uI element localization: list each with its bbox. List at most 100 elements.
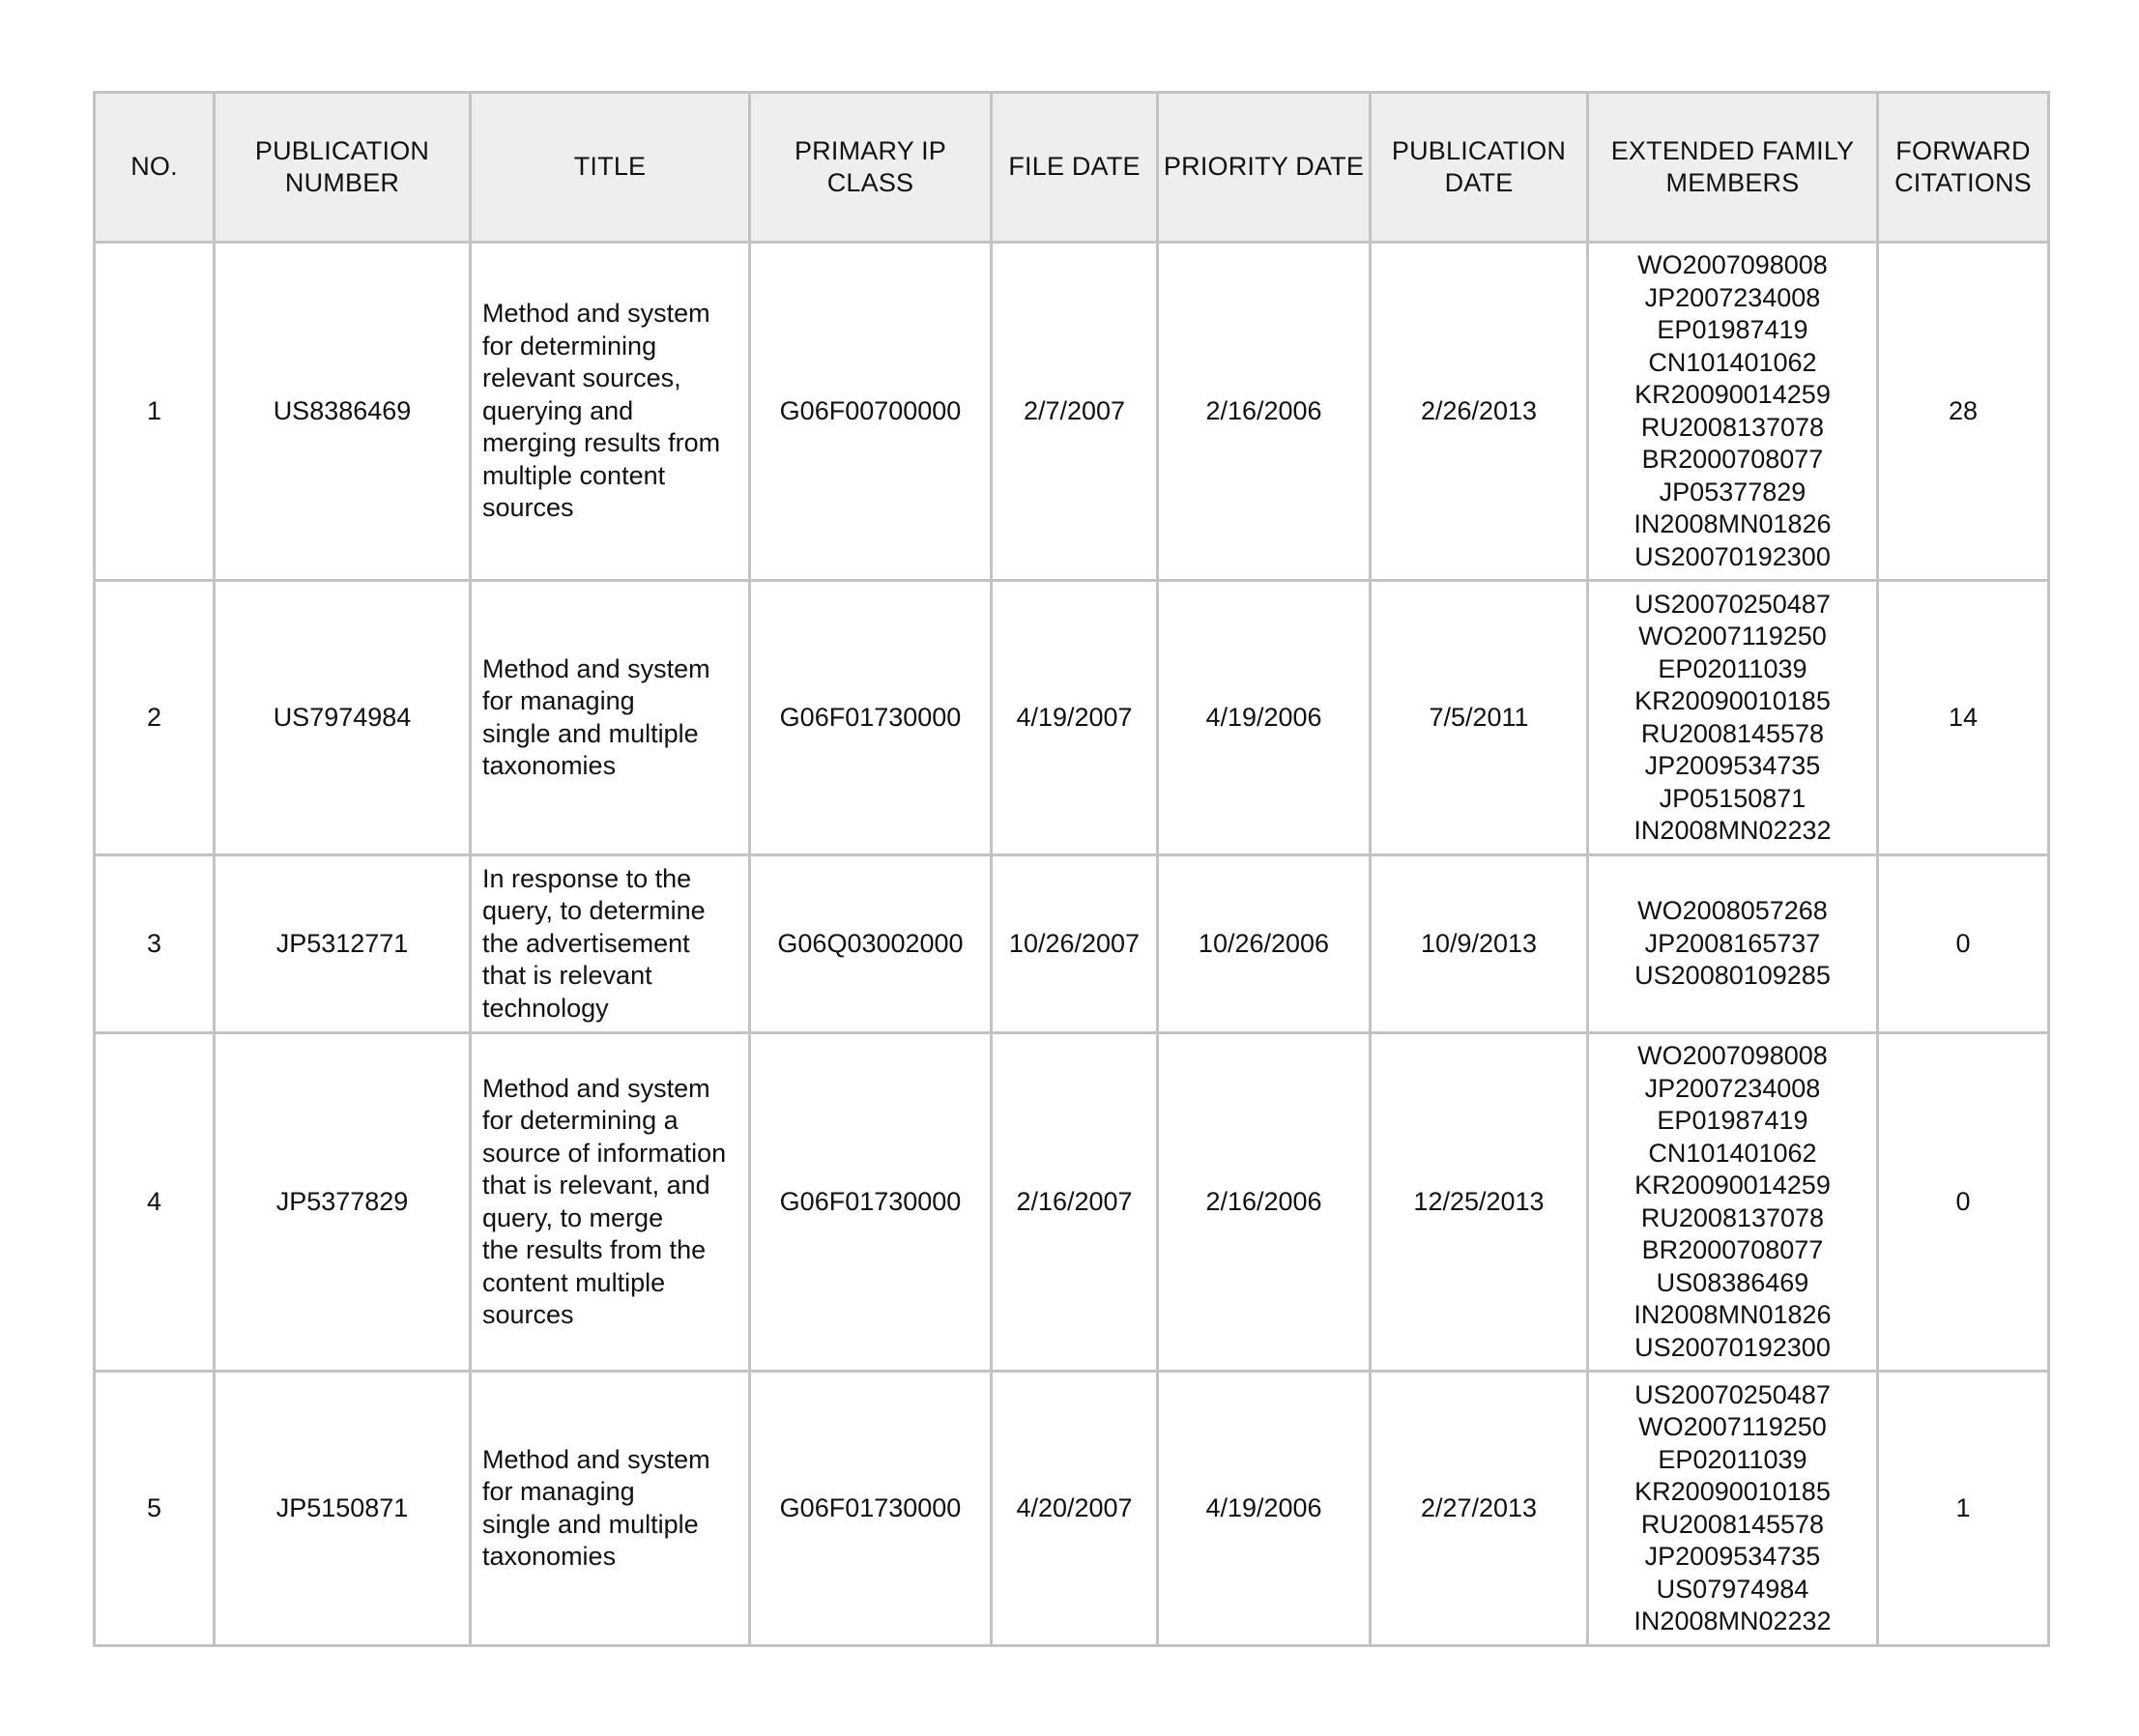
patent-title: Method and system for managing single and … [469, 1370, 751, 1647]
family-member: JP2009534735 [1644, 1542, 1821, 1571]
primary-ip-class: G06Q03002000 [748, 854, 993, 1034]
file-date: 4/20/2007 [990, 1370, 1159, 1647]
family-member: JP2007234008 [1644, 1073, 1821, 1103]
primary-ip-class: G06F01730000 [748, 1031, 993, 1373]
header-extended-family-members: EXTENDED FAMILY MEMBERS [1586, 91, 1879, 244]
family-member: WO2008057268 [1637, 896, 1828, 926]
header-publication-date: PUBLICATION DATE [1369, 91, 1589, 244]
family-member: BR2000708077 [1641, 1235, 1824, 1264]
family-member: JP2008165737 [1644, 928, 1821, 958]
patent-title: Method and system for determining a source… [469, 1031, 751, 1373]
title-line: taxonomies [482, 1542, 617, 1571]
title-line: taxonomies [482, 751, 617, 780]
family-member: US20080109285 [1634, 961, 1831, 991]
forward-citations: 0 [1876, 1031, 2050, 1373]
extended-family-members: US20070250487 WO2007119250 EP02011039 KR200… [1586, 1370, 1879, 1647]
header-label-line: FILE DATE [1008, 152, 1141, 182]
family-member: IN2008MN01826 [1633, 509, 1832, 538]
patent-table: NO. PUBLICATION NUMBER TITLE PRIMARY IP CLASS… [93, 91, 2050, 1647]
publication-number: US7974984 [213, 579, 472, 856]
header-no: NO. [93, 91, 216, 244]
family-member: JP05377829 [1659, 477, 1807, 506]
publication-date: 7/5/2011 [1369, 579, 1589, 856]
patent-title: Method and system for managing single and … [469, 579, 751, 856]
family-member: US20070192300 [1634, 541, 1831, 571]
family-member: WO2007119250 [1638, 622, 1827, 651]
file-date: 4/19/2007 [990, 579, 1159, 856]
family-member: RU2008137078 [1640, 1202, 1825, 1232]
header-label-line: CITATIONS [1894, 168, 2032, 197]
family-member: KR20090010185 [1634, 686, 1831, 715]
title-line: single and multiple [482, 1509, 699, 1539]
family-member: US08386469 [1656, 1267, 1809, 1297]
file-date: 10/26/2007 [990, 854, 1159, 1034]
extended-family-members: WO2008057268 JP2008165737 US20080109285 [1586, 854, 1879, 1034]
row-number: 1 [93, 241, 216, 582]
title-line: for managing [482, 686, 635, 715]
family-member: US20070250487 [1634, 1379, 1831, 1409]
family-member: WO2007098008 [1637, 1041, 1828, 1070]
publication-date: 12/25/2013 [1369, 1031, 1589, 1373]
header-label-line: CLASS [826, 168, 914, 197]
title-line: that is relevant [482, 961, 652, 991]
header-primary-ip-class: PRIMARY IP CLASS [748, 91, 993, 244]
family-member: IN2008MN02232 [1633, 1606, 1832, 1635]
family-member: RU2008145578 [1640, 1509, 1825, 1539]
primary-ip-class: G06F01730000 [748, 1370, 993, 1647]
title-line: content multiple [482, 1267, 666, 1297]
priority-date: 2/16/2006 [1156, 241, 1372, 582]
publication-number: JP5150871 [213, 1370, 472, 1647]
title-line: source of information [482, 1138, 727, 1168]
family-member: JP2009534735 [1644, 751, 1821, 780]
header-label-line: EXTENDED FAMILY [1610, 135, 1855, 165]
table-header: NO. PUBLICATION NUMBER TITLE PRIMARY IP CLASS… [93, 91, 2050, 244]
family-member: RU2008145578 [1640, 718, 1825, 748]
header-row: NO. PUBLICATION NUMBER TITLE PRIMARY IP CLASS… [93, 91, 2050, 244]
table-row: 5 JP5150871 Method and system for managing s… [93, 1370, 2050, 1647]
family-member: IN2008MN01826 [1633, 1300, 1832, 1329]
family-member: BR2000708077 [1641, 445, 1824, 474]
family-member: KR20090010185 [1634, 1477, 1831, 1506]
header-publication-number: PUBLICATION NUMBER [213, 91, 472, 244]
forward-citations: 14 [1876, 579, 2050, 856]
primary-ip-class: G06F00700000 [748, 241, 993, 582]
family-member: IN2008MN02232 [1633, 816, 1832, 845]
title-line: that is relevant, and [482, 1171, 710, 1200]
priority-date: 2/16/2006 [1156, 1031, 1372, 1373]
row-number: 5 [93, 1370, 216, 1647]
row-number: 4 [93, 1031, 216, 1373]
publication-date: 10/9/2013 [1369, 854, 1589, 1034]
header-label-line: DATE [1444, 168, 1514, 197]
family-member: WO2007119250 [1638, 1412, 1827, 1441]
title-line: merging results from [482, 428, 721, 458]
title-line: sources [482, 493, 574, 523]
title-line: multiple content [482, 460, 666, 490]
title-line: technology [482, 993, 609, 1023]
header-label-line: NUMBER [284, 168, 400, 197]
table-row: 4 JP5377829 Method and system for determini… [93, 1031, 2050, 1373]
header-label-line: PUBLICATION [254, 135, 430, 165]
family-member: WO2007098008 [1637, 250, 1828, 279]
row-number: 2 [93, 579, 216, 856]
title-line: for managing [482, 1477, 635, 1506]
publication-number: JP5312771 [213, 854, 472, 1034]
family-member: US20070192300 [1634, 1332, 1831, 1362]
publication-number: JP5377829 [213, 1031, 472, 1373]
title-line: Method and system [482, 1444, 710, 1474]
publication-number: US8386469 [213, 241, 472, 582]
family-member: KR20090014259 [1634, 1171, 1831, 1200]
family-member: EP01987419 [1657, 315, 1808, 344]
header-forward-citations: FORWARD CITATIONS [1876, 91, 2050, 244]
family-member: US07974984 [1656, 1574, 1809, 1604]
title-line: for determining a [482, 1106, 679, 1135]
title-line: for determining [482, 331, 657, 361]
family-member: CN101401062 [1648, 1138, 1817, 1168]
priority-date: 10/26/2006 [1156, 854, 1372, 1034]
header-label-line: FORWARD [1895, 135, 2031, 165]
family-member: JP05150871 [1659, 783, 1807, 813]
title-line: Method and system [482, 299, 710, 329]
table-row: 1 US8386469 Method and system for determini… [93, 241, 2050, 582]
extended-family-members: US20070250487 WO2007119250 EP02011039 KR200… [1586, 579, 1879, 856]
title-line: relevant sources, [482, 363, 681, 393]
title-line: query, to determine [482, 896, 706, 926]
